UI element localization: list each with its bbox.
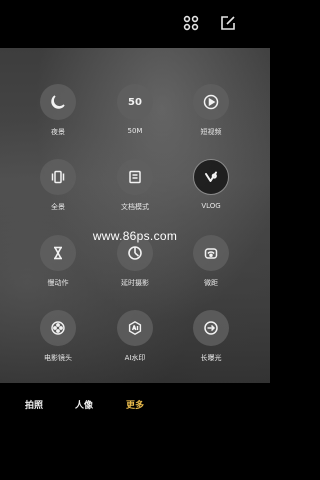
film-reel-icon xyxy=(40,310,76,346)
mode-tab-bar: 拍照 人像 更多 xyxy=(0,383,270,480)
mode-label: 全景 xyxy=(51,203,65,211)
top-bar xyxy=(0,0,270,48)
tab-photo[interactable]: 拍照 xyxy=(25,398,43,411)
mode-label: 夜景 xyxy=(51,128,65,136)
mode-movie-lens[interactable]: 电影镜头 xyxy=(23,310,93,363)
vlog-icon xyxy=(193,159,229,195)
mode-vlog[interactable]: VLOG xyxy=(176,159,246,210)
mode-ai-watermark[interactable]: AI水印 xyxy=(100,310,170,363)
mode-label: 短视频 xyxy=(200,128,222,136)
moon-icon xyxy=(40,84,76,120)
mode-short-video[interactable]: 短视频 xyxy=(176,84,246,137)
mode-label: 50M xyxy=(127,127,143,135)
tab-more[interactable]: 更多 xyxy=(126,398,144,411)
mode-document[interactable]: 文档模式 xyxy=(100,159,170,212)
mode-long-exposure[interactable]: 长曝光 xyxy=(176,310,246,363)
grid-icon[interactable] xyxy=(182,14,200,32)
long-exposure-icon xyxy=(193,310,229,346)
mode-label: 文档模式 xyxy=(121,203,149,211)
mode-label: 慢动作 xyxy=(47,279,69,287)
document-icon xyxy=(117,159,153,195)
50m-icon: 50 xyxy=(117,84,153,120)
mode-label: 微距 xyxy=(204,279,218,287)
mode-label: VLOG xyxy=(201,202,221,210)
mode-label: 延时摄影 xyxy=(121,279,149,287)
panorama-icon xyxy=(40,159,76,195)
mode-night[interactable]: 夜景 xyxy=(23,84,93,137)
mode-label: 长曝光 xyxy=(200,354,222,362)
edit-icon[interactable] xyxy=(219,14,237,32)
50m-icon-text: 50 xyxy=(128,96,142,108)
mode-panorama[interactable]: 全景 xyxy=(23,159,93,212)
mode-label: 电影镜头 xyxy=(44,354,72,362)
mode-panel: 夜景 50 50M 短视频 全景 文档模式 VLOG 慢动作 延时摄影 微距 电… xyxy=(0,48,270,383)
play-icon xyxy=(193,84,229,120)
watermark-text: www.86ps.com xyxy=(92,229,178,243)
ai-watermark-icon xyxy=(117,310,153,346)
tab-portrait[interactable]: 人像 xyxy=(75,398,93,411)
mode-label: AI水印 xyxy=(124,354,146,362)
mode-50m[interactable]: 50 50M xyxy=(100,84,170,135)
